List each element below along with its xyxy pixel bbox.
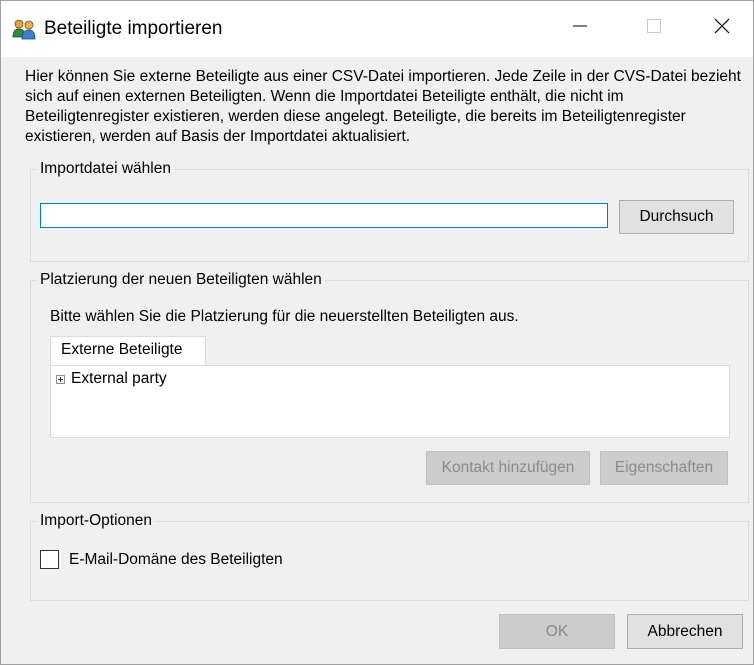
- placement-legend: Platzierung der neuen Beteiligten wählen: [40, 271, 322, 288]
- email-domain-checkbox[interactable]: [40, 550, 59, 569]
- close-icon: [714, 18, 730, 39]
- tree-item[interactable]: External party: [56, 370, 167, 388]
- tree-item-label: External party: [71, 370, 167, 387]
- import-options-legend: Import-Optionen: [40, 512, 152, 529]
- import-file-input[interactable]: [40, 203, 608, 228]
- people-icon: [12, 18, 36, 40]
- minimize-icon: [573, 19, 587, 38]
- intro-text: Hier können Sie externe Beteiligte aus e…: [25, 68, 741, 145]
- close-button[interactable]: [690, 0, 754, 57]
- browse-button[interactable]: Durchsuch: [619, 200, 734, 234]
- expand-icon[interactable]: [56, 374, 65, 384]
- email-domain-label: E-Mail-Domäne des Beteiligten: [69, 551, 283, 568]
- maximize-icon: [647, 19, 661, 38]
- maximize-button[interactable]: [622, 0, 686, 57]
- placement-instruction: Bitte wählen Sie die Platzierung für die…: [50, 308, 519, 325]
- placement-tree[interactable]: External party: [50, 365, 730, 438]
- import-file-legend: Importdatei wählen: [40, 160, 171, 177]
- minimize-button[interactable]: [548, 0, 612, 57]
- window-title: Beteiligte importieren: [44, 18, 223, 39]
- properties-button[interactable]: Eigenschaften: [600, 451, 728, 485]
- tab-external-parties[interactable]: Externe Beteiligte: [50, 336, 206, 366]
- ok-button[interactable]: OK: [499, 614, 615, 649]
- title-bar: Beteiligte importieren: [0, 0, 754, 57]
- cancel-button[interactable]: Abbrechen: [627, 614, 743, 649]
- add-contact-button[interactable]: Kontakt hinzufügen: [426, 451, 590, 485]
